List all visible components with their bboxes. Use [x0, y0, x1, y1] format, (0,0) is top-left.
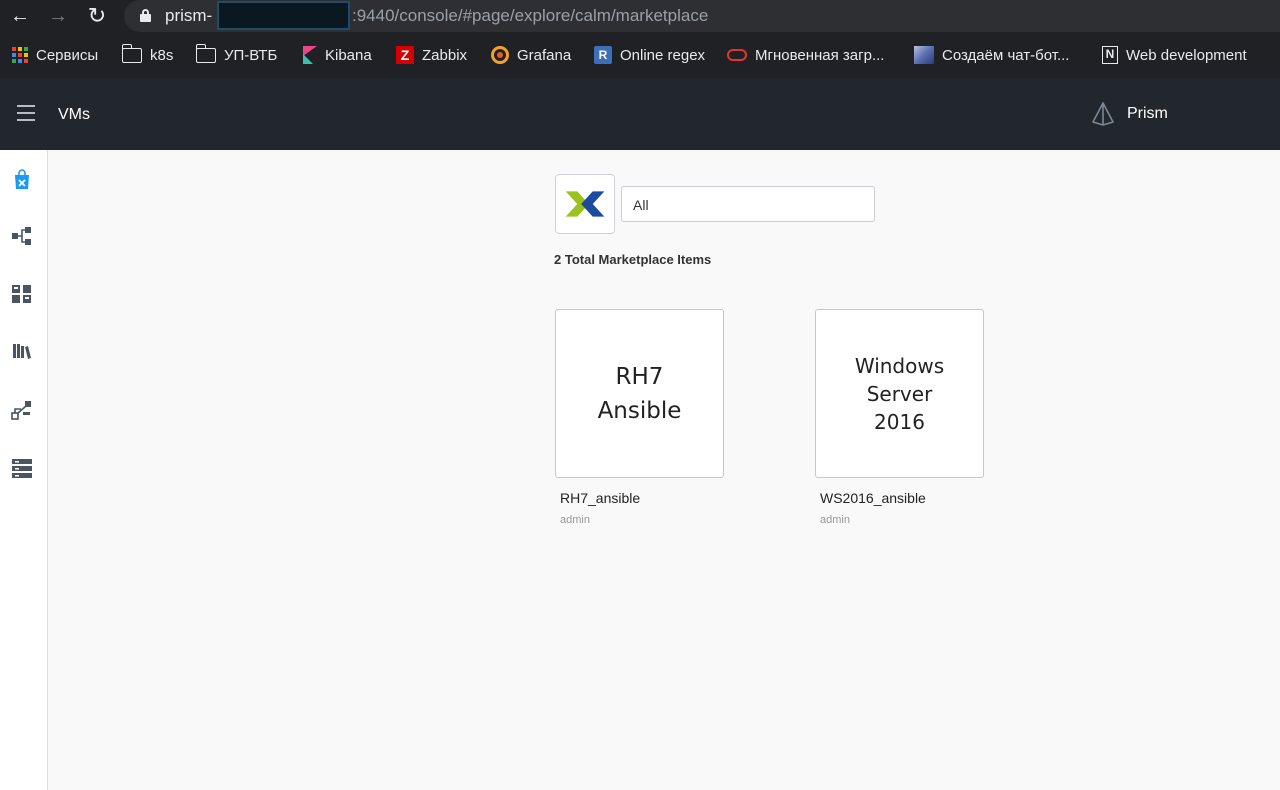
- card-thumbnail-text: Windows Server 2016: [854, 353, 945, 434]
- folder-icon: [195, 43, 216, 63]
- forward-arrow-icon[interactable]: →: [46, 4, 70, 28]
- card-thumbnail-text: RH7 Ansible: [597, 363, 682, 424]
- prism-logo-icon: [1092, 102, 1114, 126]
- marketplace-item-card[interactable]: RH7 Ansible: [555, 309, 724, 478]
- bookmark-online-regex[interactable]: R Online regex: [594, 38, 705, 72]
- lock-icon: [140, 9, 151, 22]
- marketplace-item-name[interactable]: WS2016_ansible: [820, 490, 926, 506]
- runbook-flow-icon[interactable]: [11, 399, 33, 421]
- blueprint-tree-icon[interactable]: [11, 225, 33, 247]
- bookmark-grafana[interactable]: Grafana: [491, 38, 571, 72]
- bookmark-kibana[interactable]: Kibana: [303, 38, 372, 72]
- bookmark-label: Web development: [1126, 46, 1247, 64]
- marketplace-bag-icon[interactable]: [11, 168, 33, 190]
- folder-icon: [121, 43, 142, 63]
- bookmark-label: Kibana: [325, 46, 372, 64]
- library-books-icon[interactable]: [11, 340, 33, 362]
- app-header: VMs Prism: [0, 78, 1280, 150]
- applications-grid-icon[interactable]: [11, 283, 33, 305]
- bookmark-k8s[interactable]: k8s: [121, 38, 174, 72]
- kibana-icon: [303, 46, 317, 64]
- zabbix-icon: Z: [396, 46, 414, 64]
- regex-icon: R: [594, 46, 612, 64]
- bookmark-label: k8s: [150, 46, 174, 64]
- bookmark-label: Сервисы: [36, 46, 99, 64]
- bookmark-zabbix[interactable]: Z Zabbix: [396, 38, 467, 72]
- bookmark-label: Создаём чат-бот...: [942, 46, 1070, 64]
- marketplace-item-card[interactable]: Windows Server 2016: [815, 309, 984, 478]
- bookmark-label: Мгновенная загр...: [755, 46, 885, 64]
- bookmark-web-development[interactable]: N Web development: [1102, 38, 1247, 72]
- reload-icon[interactable]: ↻: [85, 4, 109, 28]
- url-host: prism-: [165, 6, 213, 25]
- bookmark-label: УП-ВТБ: [224, 46, 278, 64]
- bookmark-chatbot[interactable]: Создаём чат-бот...: [914, 38, 1069, 72]
- back-arrow-icon[interactable]: ←: [8, 4, 32, 28]
- oracle-icon: [727, 49, 747, 61]
- page-title: VMs: [58, 106, 90, 123]
- prism-brand-label[interactable]: Prism: [1127, 105, 1168, 123]
- bookmark-instant-download[interactable]: Мгновенная загр...: [727, 38, 884, 72]
- bookmark-label: Grafana: [517, 46, 572, 64]
- chatbot-icon: [914, 46, 934, 64]
- hamburger-menu-icon[interactable]: [17, 105, 35, 121]
- category-filter-select[interactable]: All: [621, 186, 875, 222]
- apps-grid-icon: [12, 47, 28, 63]
- url-path: :9440/console/#page/explore/calm/marketp…: [352, 6, 709, 25]
- nutanix-x-icon: [565, 191, 605, 217]
- bookmark-up-vtb[interactable]: УП-ВТБ: [195, 38, 278, 72]
- bookmarks-bar: Сервисы k8s УП-ВТБ Kibana Z Zabbix Grafa…: [0, 38, 1280, 72]
- browser-toolbar: ← → ↻ prism- :9440/console/#page/explore…: [0, 0, 1280, 78]
- grafana-icon: [491, 46, 509, 64]
- bookmark-label: Online regex: [620, 46, 706, 64]
- url-redacted-block: [217, 1, 350, 30]
- marketplace-item-name[interactable]: RH7_ansible: [560, 490, 640, 506]
- notion-icon: N: [1102, 46, 1118, 64]
- total-items-count: 2 Total Marketplace Items: [554, 252, 712, 267]
- address-bar[interactable]: prism- :9440/console/#page/explore/calm/…: [124, 0, 1280, 32]
- providers-server-icon[interactable]: [11, 457, 33, 479]
- marketplace-item-owner: admin: [560, 514, 590, 526]
- bookmark-services[interactable]: Сервисы: [12, 38, 98, 72]
- sidebar: [0, 150, 48, 790]
- marketplace-item-owner: admin: [820, 514, 850, 526]
- marketplace-content: All 2 Total Marketplace Items RH7 Ansibl…: [48, 150, 1280, 790]
- bookmark-label: Zabbix: [422, 46, 468, 64]
- nutanix-logo-tile[interactable]: [555, 174, 615, 234]
